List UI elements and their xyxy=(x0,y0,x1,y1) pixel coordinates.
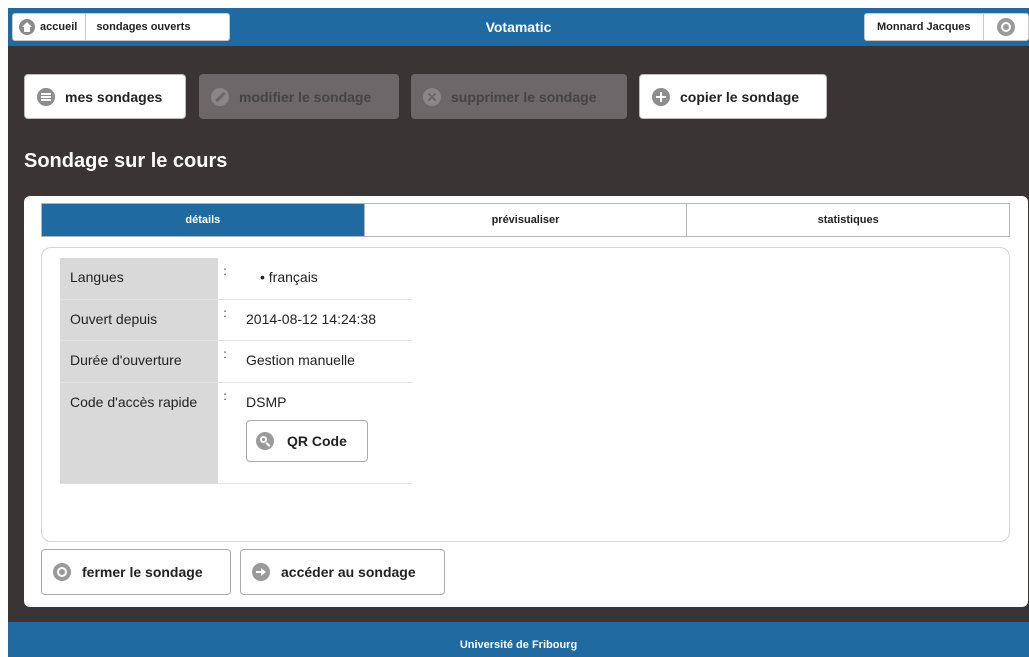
detail-separator: : xyxy=(218,341,232,382)
detail-value-cell: DSMP QR Code xyxy=(232,383,412,483)
tab-statistics[interactable]: statistiques xyxy=(686,204,1010,236)
edit-poll-button[interactable]: modifier le sondage xyxy=(199,74,399,119)
page-edge xyxy=(0,0,8,657)
gear-icon xyxy=(996,18,1015,36)
app-window: accueil sondages ouverts Votamatic Monna… xyxy=(8,8,1029,657)
detail-label: Ouvert depuis xyxy=(60,300,218,340)
access-poll-button[interactable]: accéder au sondage xyxy=(240,549,445,595)
detail-row-languages: Langues : • français xyxy=(60,258,412,300)
copy-poll-button[interactable]: copier le sondage xyxy=(639,74,827,119)
poll-panel: détails prévisualiser statistiques Langu… xyxy=(24,196,1028,607)
home-icon xyxy=(19,19,35,35)
settings-button[interactable] xyxy=(984,18,1028,36)
search-icon xyxy=(256,432,274,450)
delete-poll-label: supprimer le sondage xyxy=(451,88,597,105)
gear-icon xyxy=(53,563,71,581)
detail-label: Durée d'ouverture xyxy=(60,341,218,382)
details-table: Langues : • français Ouvert depuis : 201… xyxy=(60,258,412,484)
tab-details[interactable]: détails xyxy=(42,204,364,236)
close-poll-label: fermer le sondage xyxy=(82,564,203,580)
menu-icon xyxy=(37,87,55,106)
my-polls-label: mes sondages xyxy=(65,88,163,105)
detail-value: • français xyxy=(260,269,318,285)
edit-poll-label: modifier le sondage xyxy=(239,88,372,105)
main-nav: accueil sondages ouverts xyxy=(12,13,230,41)
detail-separator: : xyxy=(218,383,232,483)
detail-row-open-since: Ouvert depuis : 2014-08-12 14:24:38 xyxy=(60,300,412,341)
detail-separator: : xyxy=(218,258,232,299)
my-polls-button[interactable]: mes sondages xyxy=(24,74,186,119)
details-box: Langues : • français Ouvert depuis : 201… xyxy=(41,247,1010,542)
plus-icon xyxy=(652,87,670,106)
user-menu: Monnard Jacques xyxy=(864,13,1029,41)
open-polls-label: sondages ouverts xyxy=(96,21,191,33)
top-bar: accueil sondages ouverts Votamatic Monna… xyxy=(8,8,1029,46)
qr-code-button[interactable]: QR Code xyxy=(246,420,368,462)
page-title: Sondage sur le cours xyxy=(24,150,228,172)
detail-row-access-code: Code d'accès rapide : DSMP QR Code xyxy=(60,383,412,484)
pencil-icon xyxy=(211,87,229,106)
access-poll-label: accéder au sondage xyxy=(281,564,416,580)
qr-code-label: QR Code xyxy=(287,433,347,449)
footer: Université de Fribourg xyxy=(8,622,1029,657)
tab-bar: détails prévisualiser statistiques xyxy=(41,203,1010,237)
detail-label: Langues xyxy=(60,258,218,299)
detail-value: 2014-08-12 14:24:38 xyxy=(246,311,376,327)
close-poll-button[interactable]: fermer le sondage xyxy=(41,549,231,595)
detail-value: Gestion manuelle xyxy=(246,352,355,368)
delete-poll-button[interactable]: supprimer le sondage xyxy=(411,74,627,119)
home-button[interactable]: accueil xyxy=(13,14,85,40)
tab-preview[interactable]: prévisualiser xyxy=(363,204,687,236)
user-name-button[interactable]: Monnard Jacques xyxy=(865,14,984,40)
arrow-right-icon xyxy=(252,563,270,581)
detail-separator: : xyxy=(218,300,232,340)
detail-row-duration: Durée d'ouverture : Gestion manuelle xyxy=(60,341,412,383)
home-label: accueil xyxy=(40,21,78,33)
detail-label: Code d'accès rapide xyxy=(60,383,218,483)
open-polls-button[interactable]: sondages ouverts xyxy=(85,14,198,40)
close-icon xyxy=(423,87,441,106)
copy-poll-label: copier le sondage xyxy=(680,88,800,105)
access-code: DSMP xyxy=(246,394,287,410)
